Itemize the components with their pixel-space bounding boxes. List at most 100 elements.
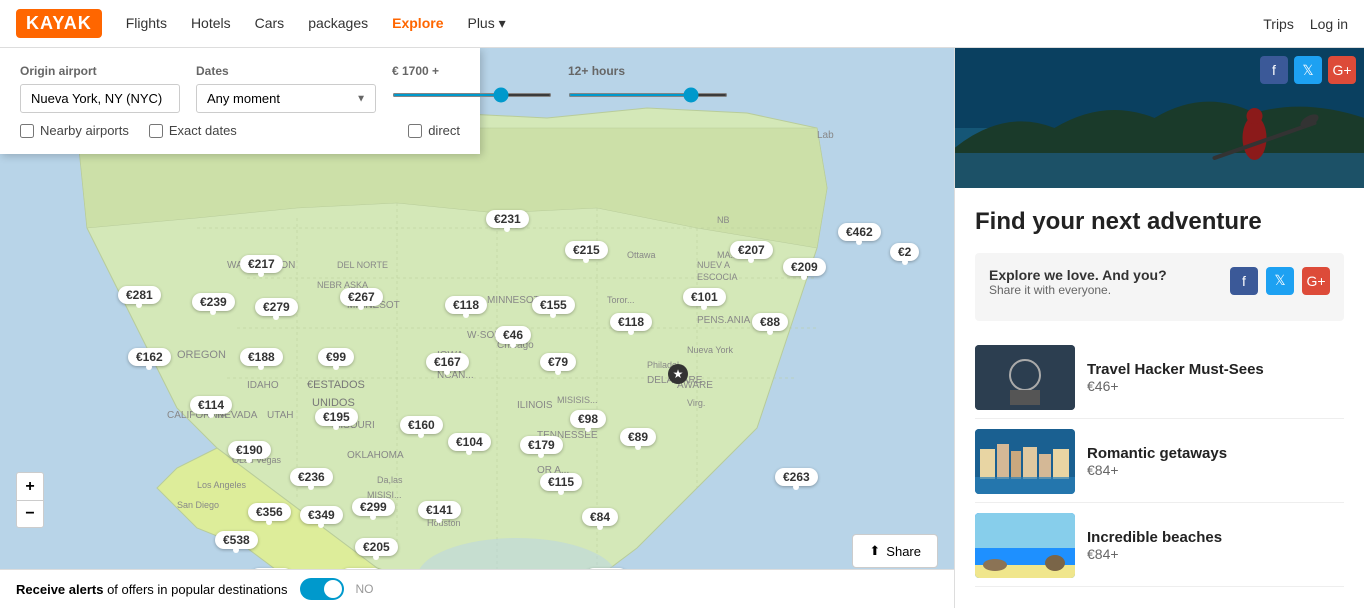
right-panel: f 𝕏 G+ Find your next adventure Explore … (954, 48, 1364, 608)
svg-text:DEL NORTE: DEL NORTE (337, 260, 388, 270)
share-icon: ⬆ (869, 543, 880, 559)
dest-card-romantic[interactable]: Romantic getaways €84+ (975, 421, 1344, 503)
exact-dates-checkbox[interactable] (149, 124, 163, 138)
price-slider[interactable] (392, 93, 552, 97)
hero-social-icons: f 𝕏 G+ (1260, 56, 1356, 84)
zoom-controls: + − (16, 472, 44, 528)
alerts-bar: Receive alerts of offers in popular dest… (0, 569, 954, 608)
nav-login[interactable]: Log in (1310, 16, 1348, 32)
zoom-out-button[interactable]: − (16, 500, 44, 528)
dest-price-hackers: €46+ (1087, 378, 1344, 394)
nav-explore[interactable]: Explore (392, 15, 443, 32)
social-icons: f 𝕏 G+ (1230, 267, 1330, 295)
nav-right: Trips Log in (1263, 16, 1348, 32)
price-label[interactable]: €190 (228, 441, 271, 459)
dest-card-beaches[interactable]: Incredible beaches €84+ (975, 505, 1344, 587)
hero-gp-icon[interactable]: G+ (1328, 56, 1356, 84)
price-label[interactable]: €162 (128, 348, 171, 366)
origin-label: Origin airport (20, 64, 180, 78)
price-label[interactable]: €179 (520, 436, 563, 454)
origin-marker: ★ (668, 364, 688, 384)
price-label[interactable]: €205 (355, 538, 398, 556)
price-label[interactable]: €114 (190, 396, 232, 414)
tw-icon[interactable]: 𝕏 (1266, 267, 1294, 295)
dates-label: Dates (196, 64, 376, 78)
price-label[interactable]: €155 (532, 296, 575, 314)
price-label[interactable]: €188 (240, 348, 283, 366)
price-label[interactable]: €356 (248, 503, 291, 521)
price-label[interactable]: €118 (610, 313, 652, 331)
svg-text:Nueva York: Nueva York (687, 345, 734, 355)
hours-slider[interactable] (568, 93, 728, 97)
price-label[interactable]: €279 (255, 298, 298, 316)
price-label[interactable]: €209 (783, 258, 826, 276)
search-row-inputs: Origin airport Dates Any moment € 1700 + (20, 64, 460, 113)
hours-slider-wrapper (568, 84, 728, 100)
hero-tw-icon[interactable]: 𝕏 (1294, 56, 1322, 84)
social-share-card: Explore we love. And you? Share it with … (975, 253, 1344, 321)
price-label[interactable]: €46 (495, 326, 531, 344)
price-label[interactable]: €215 (565, 241, 608, 259)
price-label[interactable]: €88 (752, 313, 788, 331)
nav-trips[interactable]: Trips (1263, 16, 1294, 32)
price-label[interactable]: €167 (426, 353, 469, 371)
price-label[interactable]: €89 (620, 428, 656, 446)
logo: KAYAK (16, 9, 102, 38)
price-label[interactable]: €118 (445, 296, 487, 314)
nearby-airports-checkbox[interactable] (20, 124, 34, 138)
price-label[interactable]: €236 (290, 468, 333, 486)
price-label[interactable]: €538 (215, 531, 258, 549)
price-label[interactable]: €299 (352, 498, 395, 516)
svg-text:UTAH: UTAH (267, 410, 293, 421)
origin-col: Origin airport (20, 64, 180, 113)
nearby-airports-label[interactable]: Nearby airports (20, 123, 129, 138)
price-label[interactable]: €160 (400, 416, 443, 434)
price-label[interactable]: €349 (300, 506, 343, 524)
direct-checkbox[interactable] (408, 124, 422, 138)
dest-thumb-beaches (975, 513, 1075, 578)
price-label[interactable]: €115 (540, 473, 582, 491)
nav-flights[interactable]: Flights (126, 15, 167, 32)
nav-plus[interactable]: Plus ▾ (467, 15, 505, 32)
hero-fb-icon[interactable]: f (1260, 56, 1288, 84)
price-label[interactable]: €231 (486, 210, 529, 228)
price-label[interactable]: €217 (240, 255, 283, 273)
price-label[interactable]: €462 (838, 223, 881, 241)
dest-card-hackers[interactable]: Travel Hacker Must-Sees €46+ (975, 337, 1344, 419)
hero-image: f 𝕏 G+ (955, 48, 1364, 188)
gp-icon[interactable]: G+ (1302, 267, 1330, 295)
svg-text:€ESTADOS: €ESTADOS (307, 379, 365, 391)
price-label[interactable]: €79 (540, 353, 576, 371)
hackers-thumb-svg (975, 345, 1075, 410)
exact-dates-label[interactable]: Exact dates (149, 123, 237, 138)
price-label[interactable]: €141 (418, 501, 461, 519)
price-label[interactable]: €195 (315, 408, 358, 426)
price-label[interactable]: €101 (683, 288, 726, 306)
alerts-toggle-switch[interactable] (300, 578, 344, 600)
price-label[interactable]: €104 (448, 433, 491, 451)
price-label[interactable]: €281 (118, 286, 161, 304)
direct-label[interactable]: direct (408, 123, 460, 138)
price-label[interactable]: €2 (890, 243, 919, 261)
share-button[interactable]: ⬆ Share (852, 534, 938, 568)
nav-cars[interactable]: Cars (255, 15, 285, 32)
price-label[interactable]: €207 (730, 241, 773, 259)
alerts-bold: Receive alerts (16, 582, 103, 597)
origin-input[interactable] (20, 84, 180, 113)
price-label[interactable]: €267 (340, 288, 383, 306)
dates-select-wrapper[interactable]: Any moment (196, 84, 376, 113)
price-label[interactable]: €99 (318, 348, 354, 366)
zoom-in-button[interactable]: + (16, 472, 44, 500)
svg-text:Ottawa: Ottawa (627, 250, 656, 260)
price-label[interactable]: €239 (192, 293, 235, 311)
price-label[interactable]: €84 (582, 508, 618, 526)
nav-packages[interactable]: packages (308, 15, 368, 32)
price-label[interactable]: €98 (570, 410, 606, 428)
nav-hotels[interactable]: Hotels (191, 15, 231, 32)
svg-text:IDAHO: IDAHO (247, 380, 279, 391)
fb-icon[interactable]: f (1230, 267, 1258, 295)
dates-select[interactable]: Any moment (196, 84, 376, 113)
price-label[interactable]: €263 (775, 468, 818, 486)
price-col: € 1700 + (392, 64, 552, 113)
dest-thumb-hackers (975, 345, 1075, 410)
